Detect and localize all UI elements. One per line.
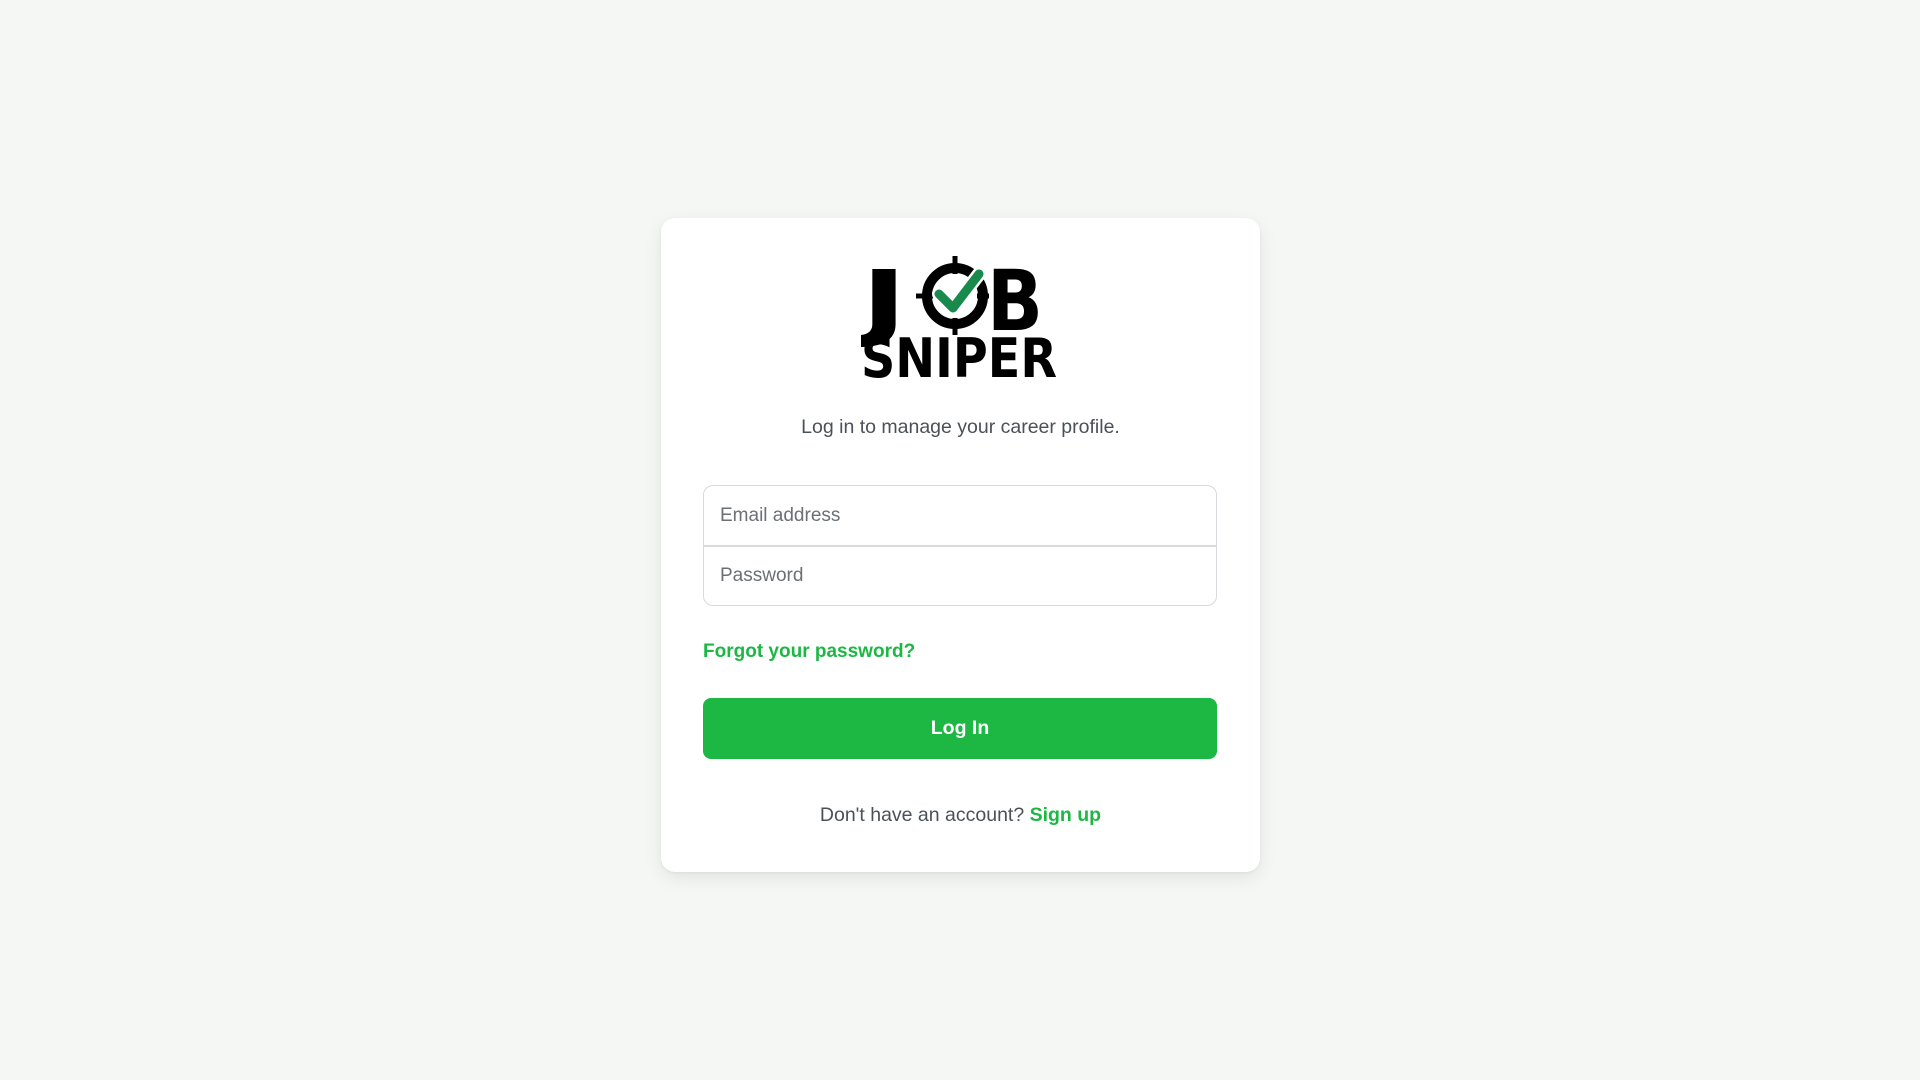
no-account-text: Don't have an account? (819, 804, 1030, 826)
login-button[interactable]: Log In (703, 698, 1217, 759)
job-sniper-logo: JOB SNIPER J B SNIPER (854, 252, 1061, 390)
forgot-password-link[interactable]: Forgot your password? (703, 641, 915, 663)
email-field[interactable] (704, 486, 1216, 545)
login-card: JOB SNIPER J B SNIPER (661, 218, 1260, 872)
svg-text:SNIPER: SNIPER (861, 327, 1057, 382)
login-subtitle: Log in to manage your career profile. (801, 416, 1120, 438)
crosshair-check-icon: J B SNIPER (854, 252, 1057, 390)
signup-link[interactable]: Sign up (1030, 804, 1102, 826)
signup-prompt: Don't have an account? Sign up (661, 804, 1260, 827)
password-field[interactable] (704, 546, 1216, 605)
credentials-field-group (703, 485, 1217, 606)
